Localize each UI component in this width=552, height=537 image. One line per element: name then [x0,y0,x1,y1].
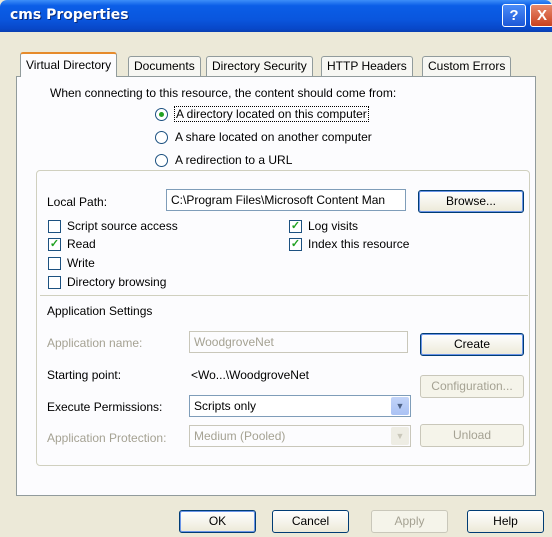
apply-button[interactable]: Apply [371,510,448,533]
execute-permissions-select[interactable]: Scripts only ▼ [189,395,411,417]
application-protection-select[interactable]: Medium (Pooled) ▼ [189,425,411,447]
directory-settings-group [36,170,530,466]
chevron-down-icon[interactable]: ▼ [391,397,409,415]
application-name-field[interactable]: WoodgroveNet [189,331,408,353]
radio-network-share-label[interactable]: A share located on another computer [175,130,372,144]
read-checkbox[interactable]: ✓ [48,238,61,251]
help-button[interactable]: Help [467,510,544,533]
tab-documents[interactable]: Documents [128,56,201,76]
tab-directory-security[interactable]: Directory Security [206,56,313,76]
tab-custom-errors[interactable]: Custom Errors [422,56,512,76]
script-source-access-label: Script source access [67,219,178,233]
divider [40,295,528,296]
directory-browsing-label: Directory browsing [67,275,167,289]
execute-permissions-label: Execute Permissions: [47,400,163,414]
write-checkbox[interactable] [48,257,61,270]
index-resource-checkbox[interactable]: ✓ [289,238,302,251]
properties-dialog: cms Properties ? X Virtual Directory Doc… [0,0,552,537]
index-resource-label: Index this resource [308,237,410,251]
starting-point-label: Starting point: [47,368,122,382]
window-title: cms Properties [10,7,129,23]
log-visits-checkbox[interactable]: ✓ [289,220,302,233]
radio-local-directory[interactable] [155,108,168,121]
browse-button[interactable]: Browse... [418,190,524,213]
chevron-down-icon[interactable]: ▼ [391,427,409,445]
application-protection-value: Medium (Pooled) [194,429,286,443]
write-label: Write [67,256,95,270]
starting-point-value: <Wo...\WoodgroveNet [191,368,309,382]
radio-local-directory-label[interactable]: A directory located on this computer [174,106,369,122]
configuration-button[interactable]: Configuration... [420,375,524,398]
unload-button[interactable]: Unload [420,424,524,447]
close-icon[interactable]: X [530,4,552,27]
create-button[interactable]: Create [420,333,524,356]
execute-permissions-value: Scripts only [194,399,257,413]
tab-http-headers[interactable]: HTTP Headers [321,56,413,76]
local-path-label: Local Path: [47,195,108,209]
content-source-prompt: When connecting to this resource, the co… [50,86,397,100]
directory-browsing-checkbox[interactable] [48,276,61,289]
radio-network-share[interactable] [155,131,168,144]
radio-redirection-label[interactable]: A redirection to a URL [175,153,292,167]
help-icon[interactable]: ? [502,4,526,27]
tab-virtual-directory[interactable]: Virtual Directory [20,52,118,77]
title-bar[interactable]: cms Properties ? X [0,0,552,32]
application-name-label: Application name: [47,336,143,350]
application-protection-label: Application Protection: [47,431,167,445]
read-label: Read [67,237,96,251]
cancel-button[interactable]: Cancel [272,510,349,533]
radio-redirection[interactable] [155,154,168,167]
log-visits-label: Log visits [308,219,359,233]
application-settings-header: Application Settings [47,304,153,318]
local-path-field[interactable]: C:\Program Files\Microsoft Content Man [166,189,406,211]
ok-button[interactable]: OK [179,510,256,533]
script-source-access-checkbox[interactable] [48,220,61,233]
